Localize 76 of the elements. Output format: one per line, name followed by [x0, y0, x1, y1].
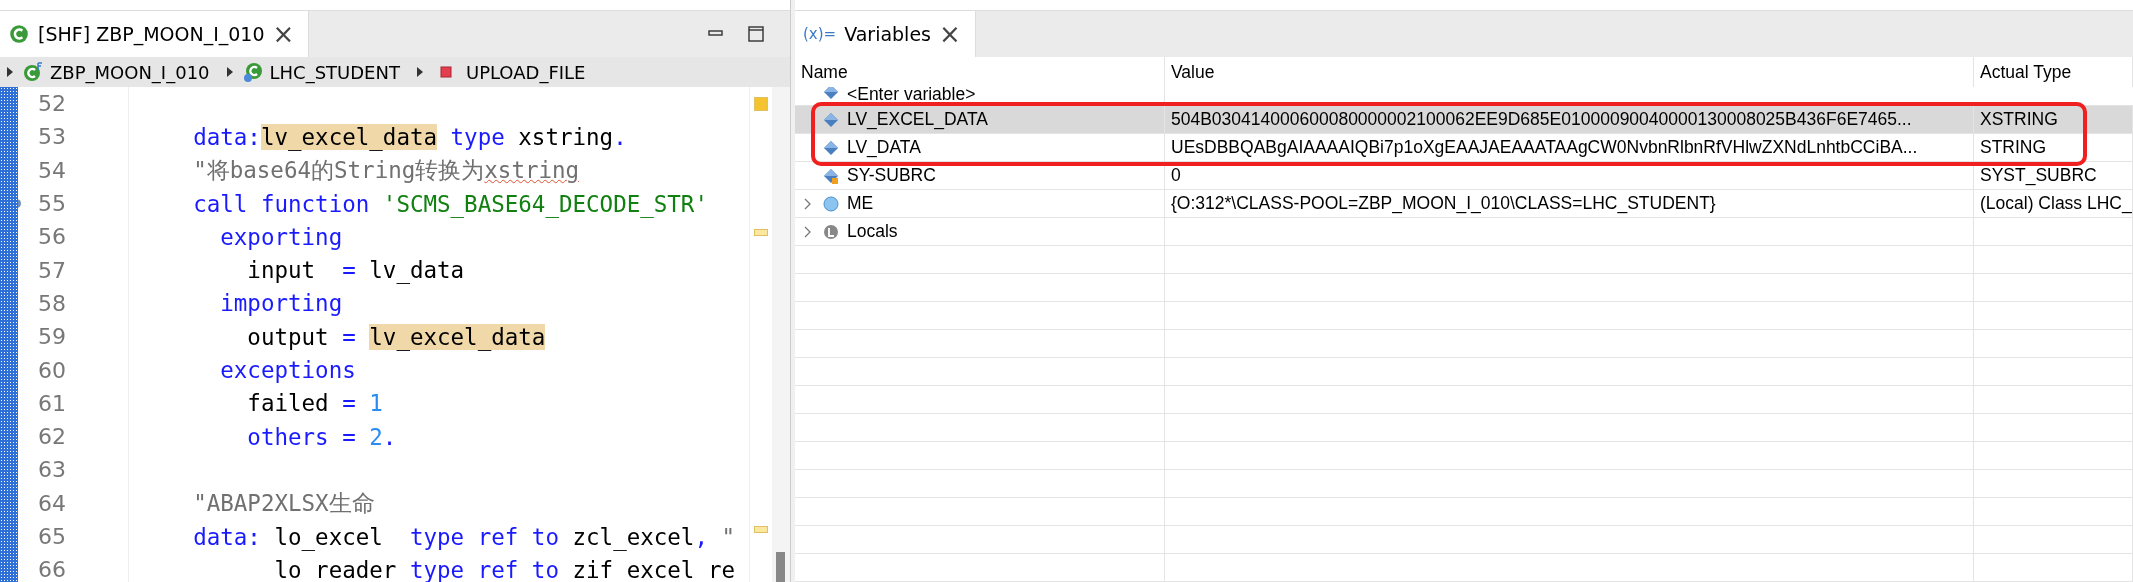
variable-row[interactable]: LV_DATA UEsDBBQABgAIAAAAIQBi7p1oXgEAAJAEAAATAAgCW0NvbnRlbnRfVHlwZXNdLnhtbCCiBA... STRING — [795, 134, 2133, 162]
line-number: 52 — [37, 91, 66, 117]
variables-tab[interactable]: (x)= Variables × — [795, 11, 976, 57]
line-number: 60 — [37, 357, 66, 383]
variable-icon — [823, 111, 839, 128]
variable-icon — [823, 167, 839, 184]
chevron-icon[interactable] — [804, 225, 812, 238]
variable-value: UEsDBBQABgAIAAAAIQBi7p1oXgEAAJAEAAATAAgCW0NvbnRlbnRfVHlwZXNdLnhtbCCiBA... — [1171, 137, 1918, 158]
code-line: lo_reader type ref to zif_excel_re — [273, 556, 736, 582]
arrow-icon[interactable] — [415, 66, 424, 78]
variable-name: Locals — [847, 221, 898, 242]
class-icon — [22, 61, 44, 83]
scrollbar-thumb[interactable] — [776, 552, 785, 582]
code-line: importing — [219, 290, 343, 317]
variable-value: 0 — [1171, 165, 1181, 186]
editor-tab[interactable]: [SHF] ZBP_MOON_I_010 × — [0, 11, 310, 57]
variable-icon — [823, 139, 839, 156]
arrow-icon[interactable] — [225, 66, 234, 78]
line-number: 56 — [37, 224, 66, 250]
breadcrumb-item[interactable]: LHC_STUDENT — [241, 61, 400, 83]
line-number: 54 — [37, 157, 66, 183]
code-line: input = lv_data — [246, 257, 465, 284]
variable-type: XSTRING — [1980, 109, 2058, 130]
variable-row[interactable]: ME {O:312*\CLASS-POOL=ZBP_MOON_I_010\CLASS=LHC_STUDENT} (Local) Class LHC_ — [795, 190, 2133, 218]
line-number: 63 — [37, 457, 66, 483]
code-line: failed = 1 — [246, 390, 383, 417]
code-line: others = 2. — [246, 423, 397, 450]
variable-row[interactable]: Locals — [795, 218, 2133, 246]
breadcrumb-item[interactable]: UPLOAD_FILE — [431, 61, 586, 83]
close-button[interactable]: × — [272, 19, 295, 49]
variable-type: (Local) Class LHC_ — [1980, 193, 2132, 214]
code-line: data: lo_excel type ref to zcl_excel, " — [192, 523, 736, 550]
code-line: "将base64的String转换为xstring — [192, 156, 580, 183]
variable-name: ME — [847, 193, 874, 214]
variable-name: LV_DATA — [847, 137, 921, 158]
line-number: 61 — [37, 390, 66, 416]
line-number: 62 — [37, 424, 66, 450]
breadcrumb-item[interactable]: ZBP_MOON_I_010 — [22, 61, 210, 83]
code-line: "ABAP2XLSX生命 — [192, 489, 375, 516]
line-number: 53 — [37, 124, 66, 150]
locals-icon — [823, 223, 839, 240]
code-line: exporting — [219, 223, 343, 250]
line-number: 65 — [37, 524, 66, 549]
variable-type: SYST_SUBRC — [1980, 165, 2097, 186]
code-line: call function 'SCMS_BASE64_DECODE_STR' — [192, 190, 708, 217]
variable-row[interactable]: LV_EXCEL_DATA 504B030414000600080000002100062EE9D685E01000090040000130008025B436F6E7465... XSTRING — [795, 106, 2133, 134]
column-header[interactable]: Value — [1165, 57, 1974, 87]
variable-type: STRING — [1980, 137, 2047, 158]
line-number: 59 — [37, 324, 66, 350]
maximize-icon[interactable] — [746, 24, 766, 44]
tab-title: Variables — [844, 23, 931, 45]
class-icon — [8, 23, 30, 45]
line-number: 66 — [37, 557, 66, 582]
code-line: exceptions — [219, 357, 356, 383]
close-button[interactable]: × — [939, 19, 961, 49]
variable-name: <Enter variable> — [847, 87, 976, 105]
line-number: 55 — [37, 191, 66, 217]
arrow-icon[interactable] — [6, 66, 14, 78]
line-number: 64 — [37, 490, 66, 516]
variables-icon: (x)= — [803, 25, 837, 43]
code-line: output = lv_excel_data — [246, 323, 546, 350]
variable-name: SY-SUBRC — [847, 165, 936, 186]
object-icon — [823, 195, 839, 212]
line-number: 58 — [37, 290, 66, 316]
line-number: 57 — [37, 257, 66, 283]
class-icon — [241, 61, 264, 83]
column-header[interactable]: Actual Type — [1974, 57, 2133, 87]
tab-title: [SHF] ZBP_MOON_I_010 — [38, 23, 265, 45]
chevron-icon[interactable] — [804, 197, 812, 210]
variable-value: 504B030414000600080000002100062EE9D685E01000090040000130008025B436F6E7465... — [1171, 109, 1912, 130]
method-icon — [439, 66, 452, 78]
variable-row[interactable]: SY-SUBRC 0 SYST_SUBRC — [795, 162, 2133, 190]
variable-icon — [823, 87, 839, 100]
variable-name: LV_EXCEL_DATA — [847, 109, 989, 130]
variable-value: {O:312*\CLASS-POOL=ZBP_MOON_I_010\CLASS=LHC_STUDENT} — [1171, 193, 1716, 214]
code-line: data:lv_excel_data type xstring. — [192, 123, 627, 150]
